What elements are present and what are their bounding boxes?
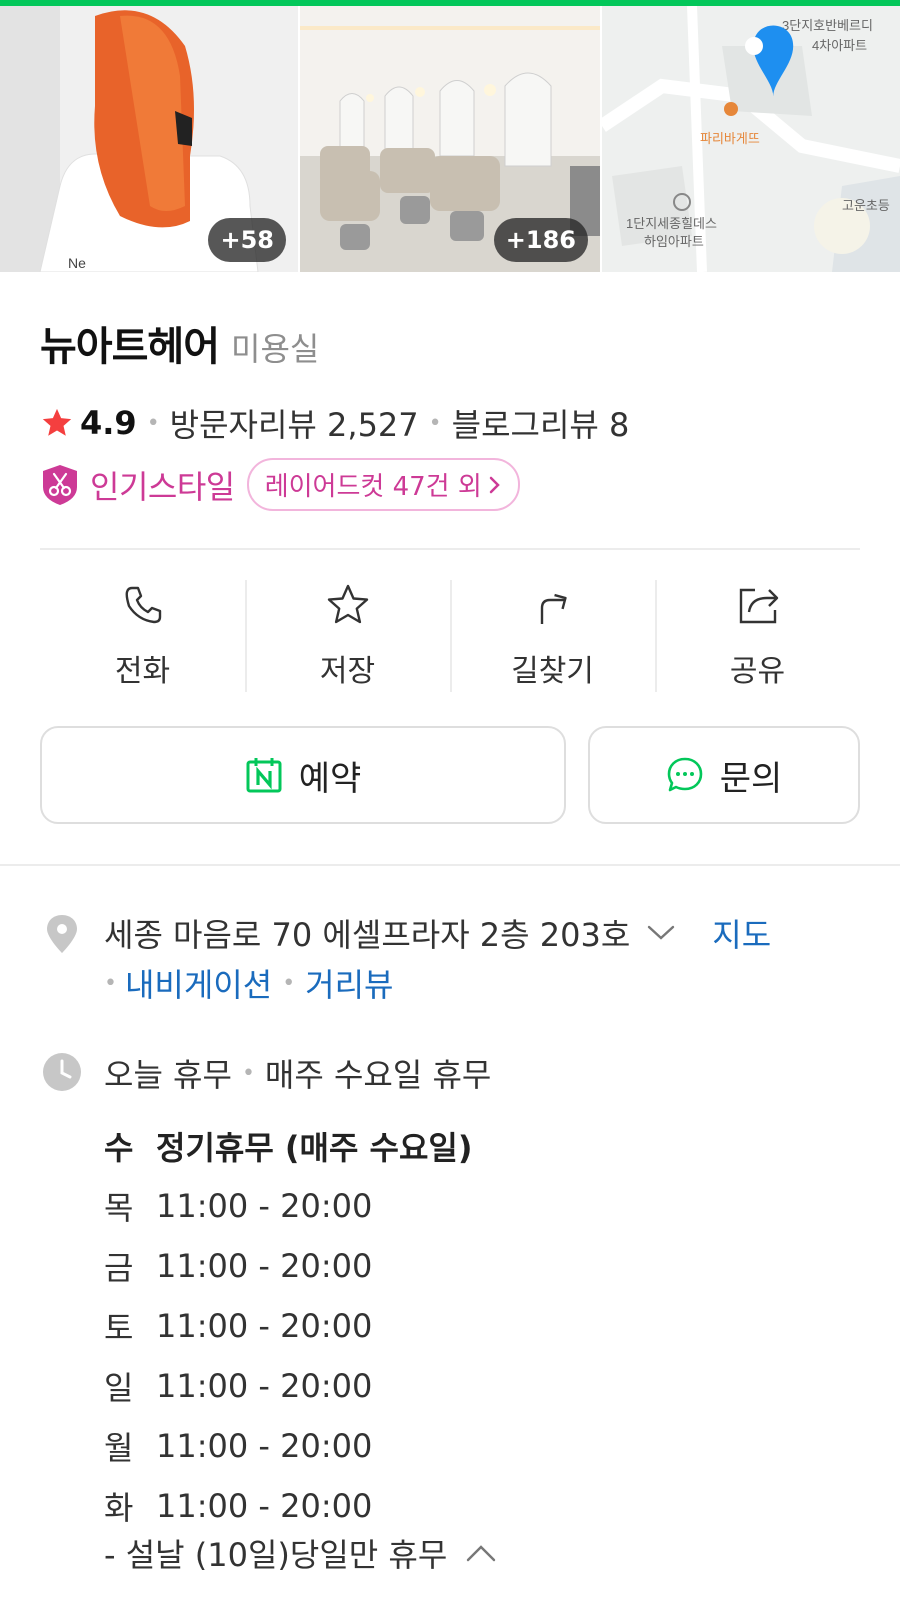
share-label: 공유 [729, 654, 786, 689]
separator-dot: • [241, 1060, 255, 1086]
hours-time: 11:00 - 20:00 [156, 1307, 373, 1345]
call-button[interactable]: 전화 [40, 578, 245, 694]
divider [40, 548, 860, 550]
place-category: 미용실 [231, 330, 320, 368]
hours-row-thu: 목 11:00 - 20:00 [104, 1176, 473, 1236]
directions-label: 길찾기 [511, 654, 594, 689]
directions-button[interactable]: 길찾기 [450, 578, 655, 694]
chat-bubble-icon [667, 757, 703, 792]
today-note: 매주 수요일 휴무 [264, 1056, 492, 1094]
location-pin-icon [47, 915, 77, 953]
map-label: 하임아파트 [644, 234, 704, 249]
hours-time: 11:00 - 20:00 [156, 1427, 373, 1465]
star-icon [42, 408, 72, 436]
place-header: 뉴아트헤어 미용실 [40, 314, 319, 372]
inquiry-label: 문의 [719, 758, 783, 799]
clock-icon [43, 1053, 81, 1091]
hours-day: 화 [104, 1489, 134, 1527]
action-bar: 전화 저장 길찾기 공유 [40, 578, 860, 694]
chevron-up-icon[interactable] [465, 1543, 497, 1563]
street-view-link[interactable]: 거리뷰 [305, 960, 393, 1006]
popular-style-label: 인기스타일 [90, 467, 235, 506]
photo-salon-interior[interactable]: +186 [300, 6, 600, 272]
holiday-note: - 설날 (10일)당일만 휴무 [104, 1536, 448, 1574]
popular-style-chip-text: 레이어드컷 47건 외 [264, 472, 482, 502]
holiday-note-row[interactable]: - 설날 (10일)당일만 휴무 [104, 1530, 497, 1576]
scissors-badge-icon [43, 464, 77, 505]
rating-row: 4.9 • 방문자리뷰 2,527 • 블로그리뷰 8 [40, 400, 629, 446]
call-label: 전화 [114, 654, 171, 689]
photo-hair-style[interactable]: Ne +58 [0, 6, 298, 272]
map-label: 4차아파트 [812, 38, 867, 53]
hours-time: 11:00 - 20:00 [156, 1187, 373, 1225]
location-map-thumbnail[interactable]: 3단지호반베르디 4차아파트 파리바게뜨 1단지세종힐데스 하임아파트 고운초등 [602, 6, 900, 272]
hours-day: 수 [104, 1129, 134, 1167]
hours-row-sat: 토 11:00 - 20:00 [104, 1296, 473, 1356]
visitor-reviews-link[interactable]: 방문자리뷰 2,527 [170, 400, 419, 446]
directions-icon [540, 593, 567, 624]
popular-style-row: 인기스타일 레이어드컷 47건 외 [40, 458, 520, 511]
share-icon [739, 588, 778, 624]
hours-row-sun: 일 11:00 - 20:00 [104, 1356, 473, 1416]
phone-icon [125, 586, 161, 624]
address-text: 세종 마음로 70 에셀프라자 2층 203호 [104, 916, 631, 954]
section-divider [0, 864, 900, 866]
map-label: 고운초등 [842, 198, 890, 213]
address-links-row: • 내비게이션 • 거리뷰 [104, 960, 394, 1006]
separator-dot: • [104, 970, 117, 996]
save-button[interactable]: 저장 [245, 578, 450, 694]
hours-row-fri: 금 11:00 - 20:00 [104, 1236, 473, 1296]
map-illustration: 3단지호반베르디 4차아파트 파리바게뜨 1단지세종힐데스 하임아파트 고운초등 [602, 6, 900, 272]
separator-dot: • [146, 410, 160, 436]
rating-value: 4.9 [80, 404, 137, 442]
inquiry-button[interactable]: 문의 [588, 726, 860, 824]
hours-day: 월 [104, 1429, 134, 1467]
star-outline-icon [327, 584, 368, 624]
map-label: 1단지세종힐데스 [626, 216, 717, 231]
address-row: 세종 마음로 70 에셀프라자 2층 203호 지도 [104, 910, 771, 956]
blog-reviews-link[interactable]: 블로그리뷰 8 [452, 400, 630, 446]
hours-time: 정기휴무 (매주 수요일) [156, 1129, 473, 1167]
chevron-right-icon [489, 476, 500, 493]
share-button[interactable]: 공유 [655, 578, 860, 694]
photo-strip: Ne +58 +186 3단지호반베르디 4차아파트 파리바게뜨 1단지세종힐데… [0, 6, 900, 272]
save-label: 저장 [319, 654, 376, 689]
hours-row-wed: 수 정기휴무 (매주 수요일) [104, 1116, 473, 1176]
map-label: 3단지호반베르디 [782, 18, 873, 33]
naver-reservation-icon [246, 758, 282, 793]
reserve-button[interactable]: 예약 [40, 726, 566, 824]
separator-dot: • [428, 410, 442, 436]
hours-time: 11:00 - 20:00 [156, 1367, 373, 1405]
today-hours-row[interactable]: 오늘 휴무 • 매주 수요일 휴무 [104, 1050, 491, 1096]
hours-row-mon: 월 11:00 - 20:00 [104, 1416, 473, 1476]
photo-count-badge: +58 [208, 218, 286, 262]
separator-dot: • [282, 970, 296, 996]
map-label: 파리바게뜨 [700, 131, 760, 146]
hours-day: 토 [104, 1309, 134, 1347]
chevron-down-icon[interactable] [646, 924, 676, 942]
hours-time: 11:00 - 20:00 [156, 1487, 373, 1525]
navigation-link[interactable]: 내비게이션 [125, 960, 272, 1006]
hours-row-tue: 화 11:00 - 20:00 [104, 1476, 473, 1536]
place-name: 뉴아트헤어 [40, 324, 220, 370]
hours-day: 일 [104, 1369, 134, 1407]
map-link[interactable]: 지도 [712, 910, 771, 956]
weekly-hours-list: 수 정기휴무 (매주 수요일) 목 11:00 - 20:00 금 11:00 … [104, 1116, 473, 1536]
today-status: 오늘 휴무 [104, 1056, 232, 1094]
hours-day: 목 [104, 1189, 134, 1227]
hours-day: 금 [104, 1249, 134, 1287]
svg-text:Ne: Ne [68, 255, 86, 271]
popular-style-chip[interactable]: 레이어드컷 47건 외 [246, 458, 520, 511]
reserve-label: 예약 [298, 758, 362, 799]
photo-count-badge: +186 [493, 218, 588, 262]
hours-time: 11:00 - 20:00 [156, 1247, 373, 1285]
